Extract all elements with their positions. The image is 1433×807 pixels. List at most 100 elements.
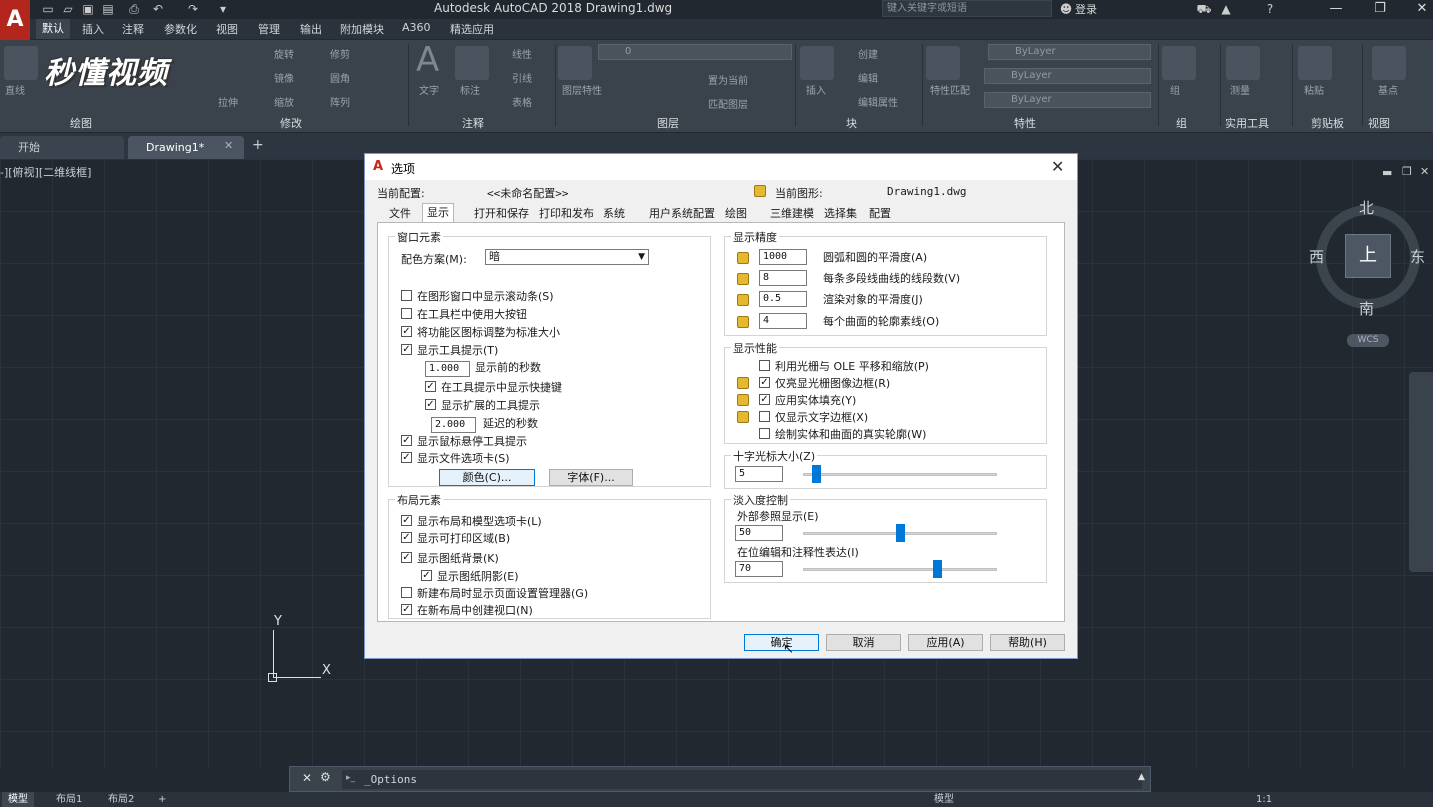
text-boundary-checkbox[interactable] (759, 411, 770, 422)
help-button[interactable]: 帮助(H) (990, 634, 1065, 651)
compass-east[interactable]: 东 (1410, 246, 1425, 267)
tab-layout2[interactable]: 布局2 (102, 792, 140, 807)
large-buttons-checkbox[interactable] (401, 308, 412, 319)
text-button[interactable]: 文字 (419, 82, 439, 97)
panel-block[interactable]: 块 (846, 115, 857, 131)
panel-layers[interactable]: 图层 (657, 115, 679, 131)
tab-output[interactable]: 输出 (300, 21, 322, 37)
new-tab-icon[interactable]: + (252, 137, 264, 153)
table-button[interactable]: 表格 (512, 94, 532, 109)
scrollbars-checkbox[interactable] (401, 290, 412, 301)
add-layout-icon[interactable]: + (152, 792, 172, 807)
command-input[interactable]: _Options (342, 770, 1142, 789)
silhouettes-checkbox[interactable] (759, 428, 770, 439)
group-button[interactable]: 组 (1170, 82, 1180, 97)
exchange-icon[interactable]: ▲ (1218, 1, 1234, 17)
panel-view[interactable]: 视图 (1368, 115, 1390, 131)
inplace-fade-slider-track[interactable] (803, 568, 997, 571)
crosshair-slider-track[interactable] (803, 473, 997, 476)
lineweight-dropdown[interactable]: ByLayer (984, 92, 1151, 108)
edit-block-button[interactable]: 编辑 (858, 70, 878, 85)
cart-icon[interactable]: ⛟ (1196, 1, 1212, 17)
inplace-fade-slider-thumb[interactable] (932, 560, 942, 578)
tab-selection[interactable]: 选择集 (820, 205, 861, 222)
help-icon[interactable]: ? (1262, 1, 1278, 17)
compass-south[interactable]: 南 (1359, 298, 1374, 319)
tab-user-preferences[interactable]: 用户系统配置 (645, 205, 719, 222)
solid-fill-checkbox[interactable]: ✓ (759, 394, 770, 405)
file-tabs-checkbox[interactable]: ✓ (401, 452, 412, 463)
dimension-button[interactable]: 标注 (460, 82, 480, 97)
insert-block-button[interactable]: 插入 (806, 82, 826, 97)
rollover-checkbox[interactable]: ✓ (401, 435, 412, 446)
tab-files[interactable]: 文件 (385, 205, 415, 222)
viewcube-top-face[interactable]: 上 (1345, 234, 1391, 278)
tab-layout1[interactable]: 布局1 (50, 792, 88, 807)
model-space-toggle[interactable]: 模型 (928, 792, 960, 807)
array-button[interactable]: 阵列 (330, 94, 350, 109)
tab-manage[interactable]: 管理 (258, 21, 280, 37)
highlight-raster-checkbox[interactable]: ✓ (759, 377, 770, 388)
linear-button[interactable]: 线性 (512, 46, 532, 61)
layer-dropdown[interactable]: 0 (598, 44, 792, 60)
inplace-fade-input[interactable]: 70 (735, 561, 783, 577)
qat-menu-icon[interactable]: ▾ (215, 1, 231, 17)
minimize-button[interactable]: — (1316, 0, 1356, 18)
panel-annotation[interactable]: 注释 (462, 115, 484, 131)
match-layer-button[interactable]: 匹配图层 (708, 96, 748, 111)
scale-button[interactable]: 缩放 (274, 94, 294, 109)
panel-groups[interactable]: 组 (1176, 115, 1187, 131)
fonts-button[interactable]: 字体(F)... (549, 469, 633, 486)
extended-tooltips-checkbox[interactable]: ✓ (425, 399, 436, 410)
tab-default[interactable]: 默认 (36, 19, 70, 39)
saveas-icon[interactable]: ▤ (100, 1, 116, 17)
line-icon[interactable] (4, 46, 38, 80)
tooltips-checkbox[interactable]: ✓ (401, 344, 412, 355)
tab-start[interactable]: 开始 (0, 136, 124, 159)
ribbon-icons-checkbox[interactable]: ✓ (401, 326, 412, 337)
edit-attributes-button[interactable]: 编辑属性 (858, 94, 898, 109)
tab-3d-modeling[interactable]: 三维建模 (766, 205, 818, 222)
tab-model[interactable]: 模型 (2, 792, 34, 807)
colors-button[interactable]: 颜色(C)... (439, 469, 535, 486)
page-setup-manager-checkbox[interactable] (401, 587, 412, 598)
paper-background-checkbox[interactable]: ✓ (401, 552, 412, 563)
printable-area-checkbox[interactable]: ✓ (401, 532, 412, 543)
xref-fade-input[interactable]: 50 (735, 525, 783, 541)
create-viewport-checkbox[interactable]: ✓ (401, 604, 412, 615)
redo-icon[interactable]: ↷ (185, 1, 201, 17)
restore-button[interactable]: ❐ (1360, 0, 1400, 18)
measure-button[interactable]: 测量 (1230, 82, 1250, 97)
trim-button[interactable]: 修剪 (330, 46, 350, 61)
undo-icon[interactable]: ↶ (150, 1, 166, 17)
xref-fade-slider-thumb[interactable] (895, 524, 905, 542)
tooltip-delay-input[interactable]: 1.000 (425, 361, 470, 377)
tab-parametric[interactable]: 参数化 (164, 21, 197, 37)
login-button[interactable]: 登录 (1075, 1, 1097, 17)
tab-open-save[interactable]: 打开和保存 (470, 205, 533, 222)
contour-lines-input[interactable]: 4 (759, 313, 807, 329)
tab-insert[interactable]: 插入 (82, 21, 104, 37)
viewport-restore-icon[interactable]: ❐ (1402, 165, 1412, 178)
create-block-button[interactable]: 创建 (858, 46, 878, 61)
history-icon[interactable]: ▲ (1138, 772, 1145, 782)
tab-profiles[interactable]: 配置 (865, 205, 895, 222)
color-dropdown[interactable]: ByLayer (988, 44, 1151, 60)
tab-view[interactable]: 视图 (216, 21, 238, 37)
polyline-segments-input[interactable]: 8 (759, 270, 807, 286)
save-icon[interactable]: ▣ (80, 1, 96, 17)
leader-button[interactable]: 引线 (512, 70, 532, 85)
tab-a360[interactable]: A360 (402, 21, 431, 34)
panel-properties[interactable]: 特性 (1014, 115, 1036, 131)
close-cmd-icon[interactable]: ✕ (302, 771, 312, 785)
tab-annotate[interactable]: 注释 (122, 21, 144, 37)
crosshair-size-input[interactable]: 5 (735, 466, 783, 482)
match-properties-button[interactable]: 特性匹配 (930, 82, 970, 97)
stretch-button[interactable]: 拉伸 (218, 94, 238, 109)
fillet-button[interactable]: 圆角 (330, 70, 350, 85)
compass-north[interactable]: 北 (1359, 197, 1374, 218)
open-icon[interactable]: ▱ (60, 1, 76, 17)
panel-clipboard[interactable]: 剪贴板 (1311, 115, 1344, 131)
annotation-scale[interactable]: 1:1 (1250, 792, 1278, 807)
crosshair-slider-thumb[interactable] (812, 465, 822, 483)
